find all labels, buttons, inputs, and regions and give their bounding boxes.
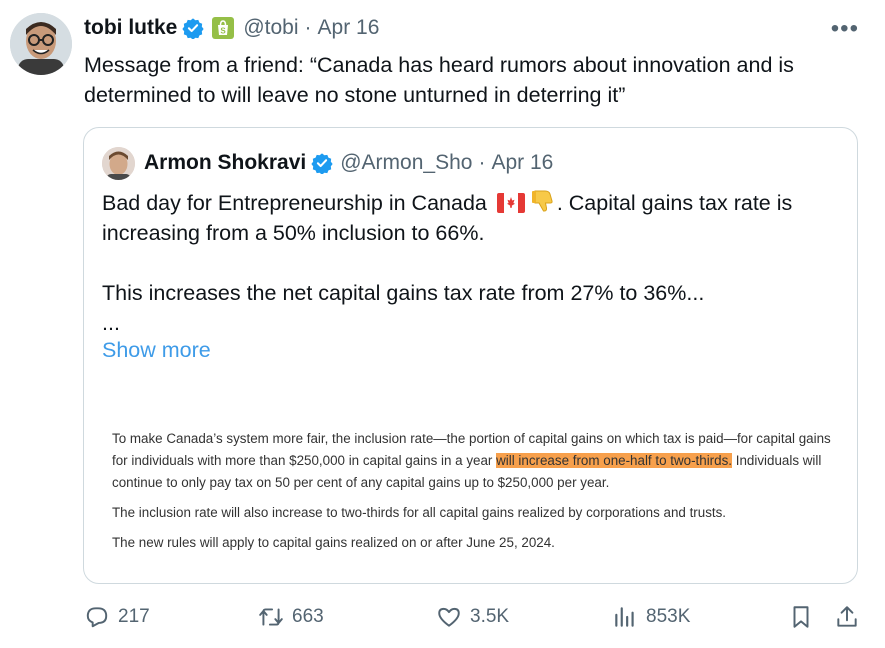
canada-flag-icon <box>496 193 525 213</box>
quoted-tweet-date[interactable]: Apr 16 <box>491 151 553 175</box>
quoted-image[interactable]: To make Canada’s system more fair, the i… <box>112 428 842 562</box>
verified-badge-icon <box>182 18 204 39</box>
quoted-tweet-card[interactable]: Armon Shokravi @Armon_Sho · Apr 16 Bad d… <box>83 127 858 584</box>
quoted-tweet-text: Bad day for Entrepreneurship in Canada .… <box>102 188 842 338</box>
quoted-author-name[interactable]: Armon Shokravi <box>144 151 306 175</box>
verified-badge-icon <box>311 153 333 174</box>
repost-icon <box>259 608 283 626</box>
image-paragraph-1: To make Canada’s system more fair, the i… <box>112 428 842 494</box>
share-icon <box>837 606 857 627</box>
show-more-link[interactable]: Show more <box>102 338 211 363</box>
views-button[interactable]: 853K <box>612 604 690 630</box>
author-name[interactable]: tobi lutke <box>84 16 177 40</box>
reply-button[interactable]: 217 <box>84 604 150 630</box>
bookmark-button[interactable] <box>788 604 822 630</box>
views-chart-icon <box>615 607 634 627</box>
tweet-text: Message from a friend: “Canada has heard… <box>84 53 794 107</box>
bookmark-icon <box>793 606 809 628</box>
thumbs-down-icon <box>531 190 553 212</box>
quoted-text-line1-a: Bad day for Entrepreneurship in Canada <box>102 191 487 215</box>
heart-icon <box>438 607 460 627</box>
shopify-affiliate-icon[interactable]: S <box>212 17 235 39</box>
repost-button[interactable]: 663 <box>258 604 324 630</box>
image-paragraph-3: The new rules will apply to capital gain… <box>112 535 555 550</box>
like-button[interactable]: 3.5K <box>436 604 509 630</box>
author-avatar[interactable] <box>10 13 72 75</box>
quoted-text-line2: This increases the net capital gains tax… <box>102 281 705 305</box>
tweet-date[interactable]: Apr 16 <box>318 16 380 40</box>
like-count: 3.5K <box>470 606 510 627</box>
tweet-action-bar: 217 663 3.5K 853K <box>84 604 864 638</box>
highlighted-text: will increase from one-half to two-third… <box>496 453 733 468</box>
quoted-text-ellipsis: ... <box>102 311 120 335</box>
image-paragraph-2: The inclusion rate will also increase to… <box>112 505 727 520</box>
svg-text:S: S <box>221 27 227 36</box>
view-count: 853K <box>646 606 691 627</box>
reply-icon <box>86 607 108 628</box>
repost-count: 663 <box>292 606 324 627</box>
reply-count: 217 <box>118 606 150 627</box>
tweet-header: tobi lutke S @tobi · Apr 16 <box>84 13 379 43</box>
dot-separator: · <box>478 151 486 174</box>
dot-separator: · <box>304 16 312 39</box>
share-button[interactable] <box>834 604 868 630</box>
author-handle[interactable]: @tobi <box>243 16 298 40</box>
quoted-tweet-header: Armon Shokravi @Armon_Sho · Apr 16 <box>102 146 553 180</box>
quoted-author-handle[interactable]: @Armon_Sho <box>340 151 472 175</box>
quoted-author-avatar[interactable] <box>102 146 135 180</box>
more-options-icon[interactable]: ••• <box>831 15 859 43</box>
